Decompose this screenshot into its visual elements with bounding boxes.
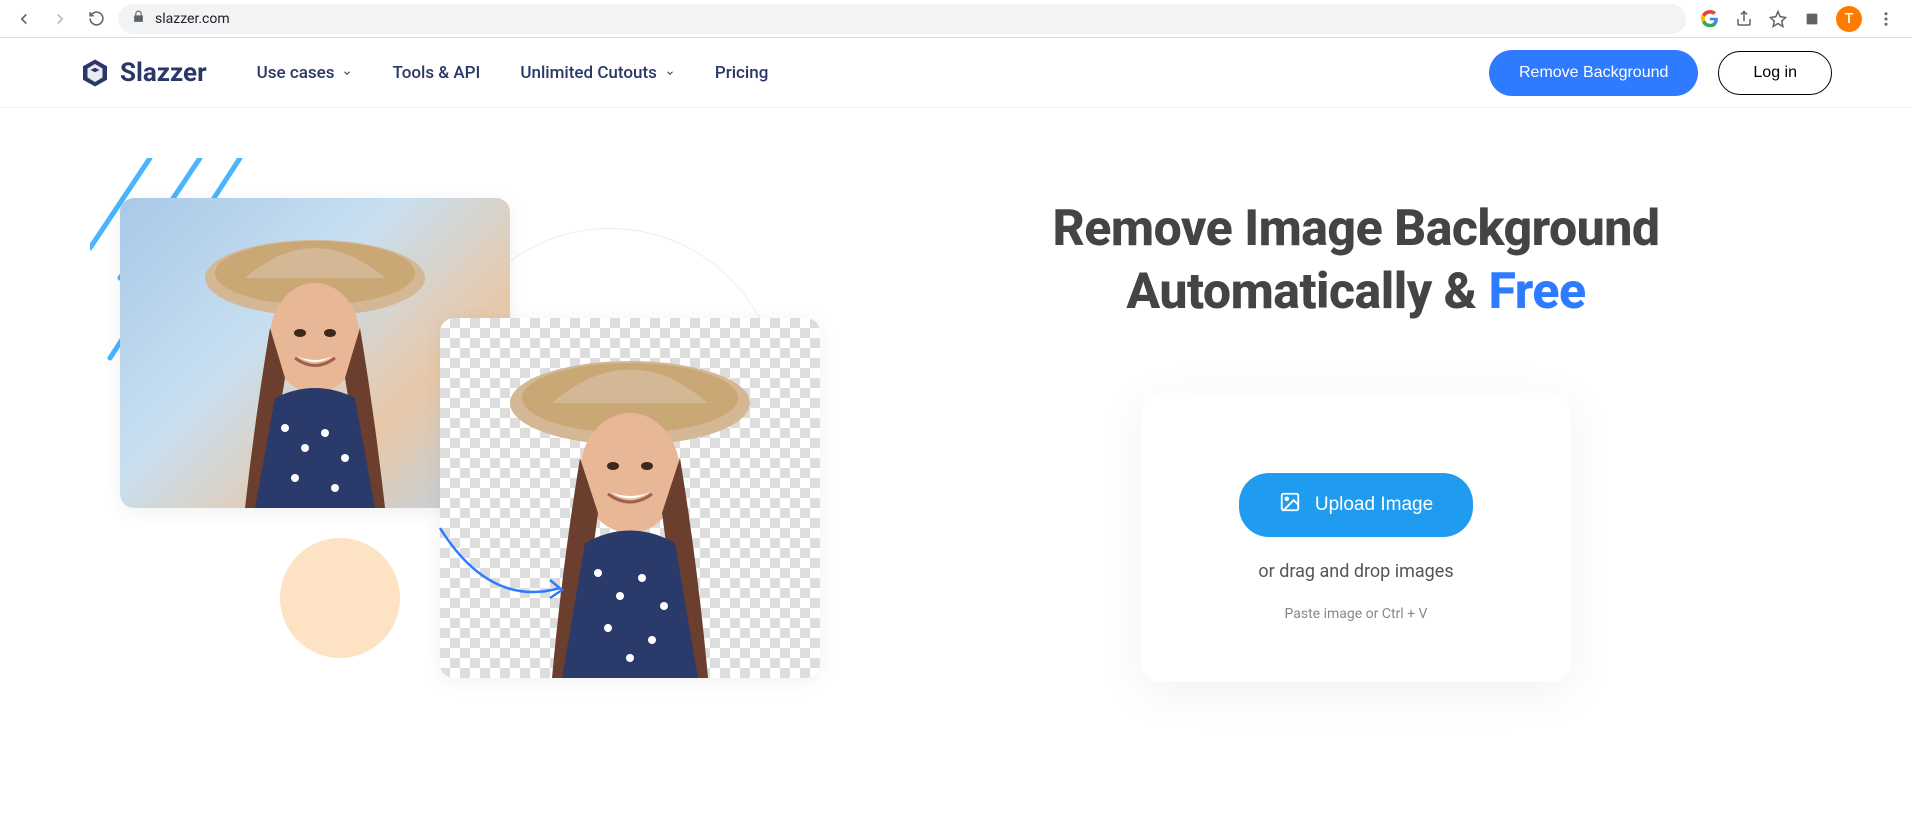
reload-button[interactable] — [82, 5, 110, 33]
hero-title: Remove Image Background Automatically & … — [1052, 198, 1659, 323]
forward-button[interactable] — [46, 5, 74, 33]
profile-avatar[interactable]: T — [1836, 6, 1862, 32]
person-illustration-icon — [175, 198, 455, 508]
extensions-icon[interactable] — [1802, 9, 1822, 29]
hero-illustration — [80, 198, 840, 698]
back-button[interactable] — [10, 5, 38, 33]
remove-background-button[interactable]: Remove Background — [1489, 50, 1698, 96]
hero-title-line1: Remove Image Background — [1052, 200, 1659, 258]
star-icon[interactable] — [1768, 9, 1788, 29]
brand-name: Slazzer — [120, 58, 207, 88]
main-nav: Use cases Tools & API Unlimited Cutouts … — [257, 63, 769, 83]
nav-pricing[interactable]: Pricing — [715, 63, 769, 83]
lock-icon — [132, 10, 145, 27]
hero-title-free: Free — [1488, 263, 1585, 321]
nav-label: Tools & API — [392, 63, 480, 83]
login-button[interactable]: Log in — [1718, 51, 1832, 95]
hero-content: Remove Image Background Automatically & … — [880, 198, 1832, 698]
nav-tools-api[interactable]: Tools & API — [392, 63, 480, 83]
browser-actions: T — [1694, 6, 1902, 32]
paste-hint-text: Paste image or Ctrl + V — [1285, 606, 1428, 622]
header-actions: Remove Background Log in — [1489, 50, 1832, 96]
image-icon — [1279, 491, 1301, 519]
brand-logo[interactable]: Slazzer — [80, 58, 207, 88]
browser-toolbar: slazzer.com T — [0, 0, 1912, 38]
kebab-menu-icon[interactable] — [1876, 9, 1896, 29]
hero-title-line2a: Automatically & — [1126, 263, 1488, 321]
decoration-circle-icon — [280, 538, 400, 658]
google-icon[interactable] — [1700, 9, 1720, 29]
upload-image-button[interactable]: Upload Image — [1239, 473, 1473, 537]
nav-label: Use cases — [257, 63, 335, 83]
nav-label: Unlimited Cutouts — [520, 63, 657, 83]
chevron-down-icon — [342, 68, 352, 78]
nav-use-cases[interactable]: Use cases — [257, 63, 353, 83]
chevron-down-icon — [665, 68, 675, 78]
upload-button-label: Upload Image — [1315, 494, 1433, 516]
arrow-swoop-icon — [430, 518, 580, 628]
site-header: Slazzer Use cases Tools & API Unlimited … — [0, 38, 1912, 108]
share-icon[interactable] — [1734, 9, 1754, 29]
url-text: slazzer.com — [155, 11, 230, 27]
logo-mark-icon — [80, 58, 110, 88]
nav-label: Pricing — [715, 63, 769, 83]
address-bar[interactable]: slazzer.com — [118, 4, 1686, 34]
drag-drop-text: or drag and drop images — [1258, 561, 1453, 582]
nav-unlimited-cutouts[interactable]: Unlimited Cutouts — [520, 63, 675, 83]
hero-section: Remove Image Background Automatically & … — [0, 108, 1912, 698]
upload-card[interactable]: Upload Image or drag and drop images Pas… — [1141, 393, 1571, 682]
